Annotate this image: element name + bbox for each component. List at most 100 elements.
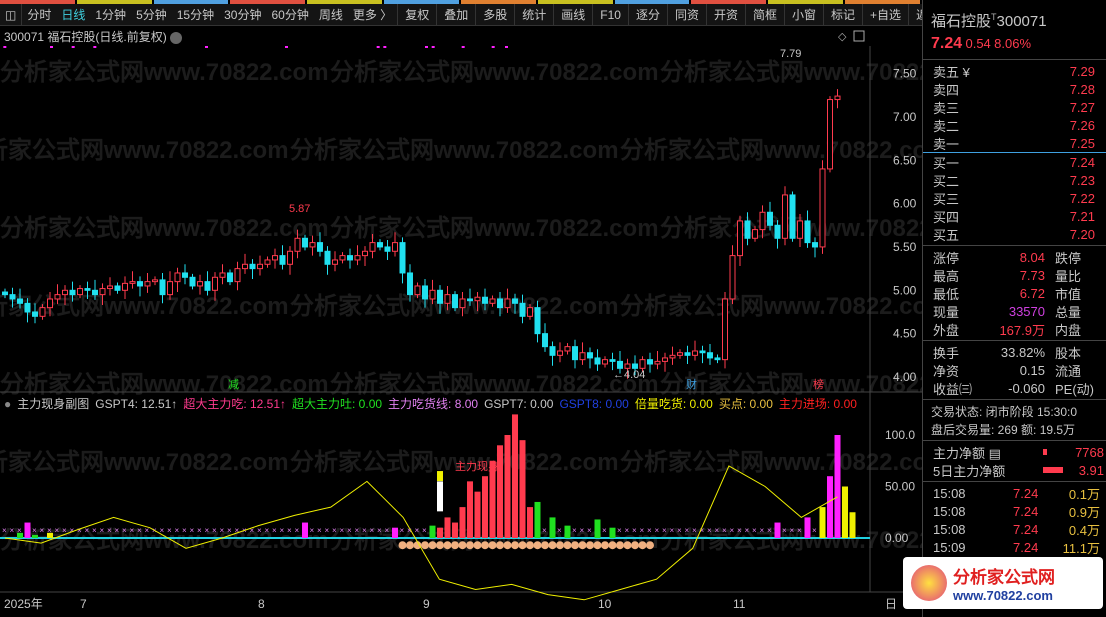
cross-marker: ×: [685, 526, 690, 535]
candle-body: [407, 272, 413, 296]
cross-marker: ×: [655, 526, 660, 535]
quote-row: 最低 6.72 市值: [923, 284, 1106, 302]
sub-bar: [609, 527, 616, 538]
cross-marker: ×: [310, 526, 315, 535]
candle-body: [647, 359, 653, 365]
candle-body: [632, 363, 638, 369]
cross-marker: ×: [100, 526, 105, 535]
sub-dot: [518, 541, 527, 550]
candle-body: [602, 359, 608, 365]
watermark: 分析家公式网www.70822.com: [0, 214, 329, 242]
price-tick: 7.00: [893, 110, 917, 124]
sub-bar: [452, 522, 458, 538]
tick-price: 7.24: [1013, 521, 1039, 537]
sub-dot: [511, 541, 519, 550]
signal-dot: [285, 46, 288, 48]
legend-item: GSPT4: 12.51↑: [95, 397, 178, 411]
site-logo: 分析家公式网 www.70822.com: [903, 557, 1103, 609]
candle-body: [32, 311, 38, 317]
cross-marker: ×: [572, 526, 577, 535]
sub-bar: [527, 507, 533, 538]
cross-marker: ×: [137, 526, 142, 535]
candle-body: [767, 211, 773, 226]
row-label: 买四: [933, 209, 960, 225]
candle-body: [324, 250, 331, 265]
flow-value: 3.91: [1078, 462, 1104, 478]
watermark: 分析家公式网www.70822.com: [0, 370, 329, 398]
row-value: 7.22: [1069, 190, 1095, 206]
watermark: 分析家公式网www.70822.com: [0, 136, 289, 164]
candle-body: [587, 352, 593, 359]
chart-area[interactable]: 分析家公式网www.70822.com 分析家公式网www.70822.com 分析…: [0, 0, 922, 617]
flow-bar: [1043, 449, 1047, 455]
cross-marker: ×: [55, 526, 60, 535]
candle-body: [152, 279, 158, 283]
cross-marker: ×: [2, 526, 7, 535]
candle-body: [167, 281, 173, 296]
cross-marker: ×: [647, 526, 652, 535]
cross-marker: ×: [715, 526, 720, 535]
candle-body: [669, 354, 676, 359]
cross-marker: ×: [220, 526, 225, 535]
sub-dot: [548, 541, 557, 550]
cross-marker: ×: [347, 526, 352, 535]
candle-body: [99, 288, 106, 296]
signal-dot: [205, 46, 208, 48]
candle-body: [707, 352, 713, 359]
candle-body: [594, 357, 601, 365]
candle-body: [557, 350, 563, 356]
panel-toggle-icon[interactable]: [853, 30, 865, 42]
row-label: 卖三: [933, 100, 960, 116]
row-value: 7.25: [1069, 135, 1095, 151]
candle-body: [699, 350, 706, 354]
event-marker[interactable]: 财: [686, 377, 697, 391]
flow-row: 主力净额 ▤ 7768: [923, 443, 1106, 461]
sub-bar: [467, 481, 473, 538]
candle-body: [189, 276, 196, 287]
cross-marker: ×: [730, 526, 735, 535]
after-hours: 盘后交易量: 269 额: 19.5万: [931, 422, 1076, 437]
candle-body: [144, 281, 151, 287]
sub-dot: [593, 541, 602, 550]
row-value: 8.04: [1019, 249, 1045, 265]
cross-marker: ×: [182, 526, 187, 535]
sub-bar: [534, 501, 541, 538]
sub-bar: [804, 517, 811, 538]
sub-bar: [459, 507, 466, 538]
watermark: 分析家公式网www.70822.com: [330, 214, 659, 242]
row-label: 量比: [1055, 268, 1082, 284]
candle-body: [399, 242, 406, 274]
cross-marker: ×: [32, 526, 37, 535]
sub-bar: [504, 435, 511, 538]
candle-body: [62, 289, 68, 296]
candle-body: [377, 242, 383, 248]
sub-dot: [496, 541, 504, 550]
candle-body: [339, 255, 346, 261]
row-label: 现量: [933, 304, 960, 320]
row-label: 跌停: [1055, 250, 1082, 266]
row-value: 7.26: [1069, 117, 1095, 133]
collapse-icon[interactable]: ●: [4, 397, 11, 411]
candle-body: [572, 346, 578, 361]
candle-body: [159, 279, 166, 296]
candle-body: [534, 307, 541, 335]
candle-body: [804, 220, 811, 244]
sub-dot: [541, 541, 549, 550]
candle-body: [414, 285, 421, 296]
event-marker[interactable]: 减: [228, 378, 239, 391]
candle-body: [639, 359, 646, 369]
tick-volume: 0.4万: [1068, 522, 1100, 538]
candle-body: [527, 307, 533, 317]
cross-marker: ×: [205, 526, 210, 535]
row-label: 股本: [1055, 345, 1082, 361]
quote-row: 卖四 7.28: [923, 80, 1106, 98]
sub-dot: [503, 541, 512, 550]
diamond-icon[interactable]: ◇: [838, 31, 847, 43]
tick-row: 15:08 7.24 0.9万: [923, 502, 1106, 520]
cross-marker: ×: [557, 526, 562, 535]
row-value: 7.20: [1069, 226, 1095, 242]
flow-row: 5日主力净额 3.91: [923, 461, 1106, 479]
event-marker[interactable]: 榜: [813, 377, 824, 391]
signal-dot: [491, 46, 495, 48]
row-value: 7.73: [1019, 267, 1045, 283]
